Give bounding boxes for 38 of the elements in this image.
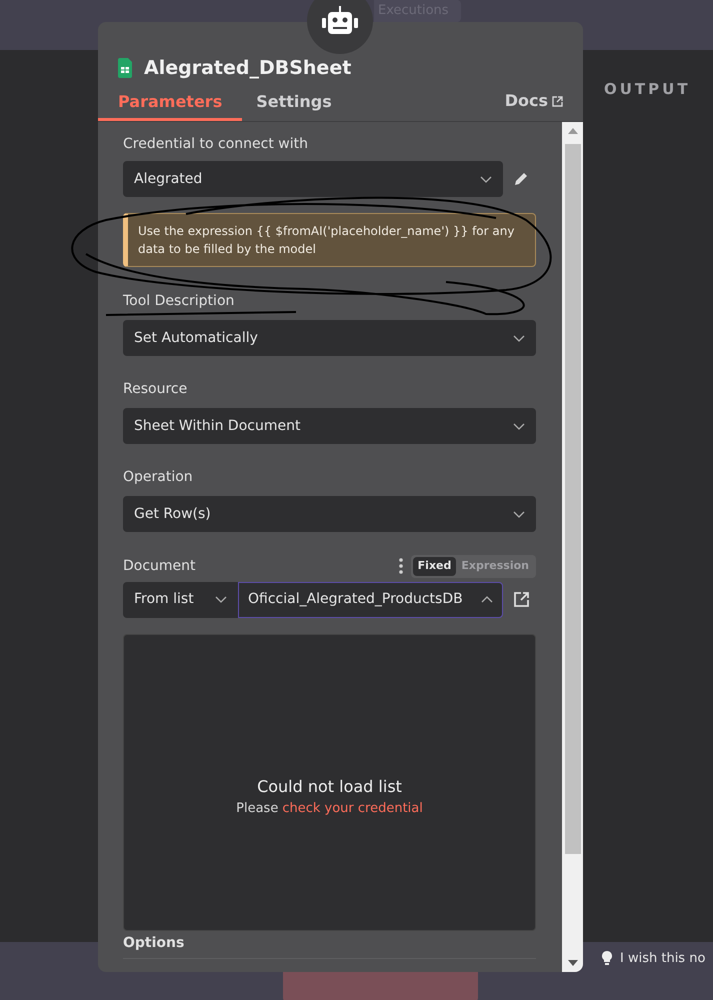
error-message: Could not load list [257,776,402,798]
field-label: Document [123,556,196,576]
select-field[interactable]: Alegrated [123,161,503,197]
notice-box: Use the expression {{ $fromAI('placeholder_name') }} for any data to be filled by the model [123,213,536,267]
robot-icon [322,6,358,36]
chevron-down-icon [513,422,525,430]
scroll-down-arrow-icon[interactable] [568,960,578,966]
panel-tab[interactable]: Settings [242,90,346,121]
credential-link[interactable]: check your credential [282,799,423,819]
scrollbar-thumb[interactable] [564,144,580,854]
field-label: Tool Description [123,292,236,311]
mode-select[interactable]: From list [123,582,238,618]
select-field[interactable]: Sheet Within Document [123,408,536,444]
pencil-icon[interactable] [513,171,529,187]
chevron-down-icon [480,176,492,182]
output-heading: OUTPUT [604,79,691,100]
more-options-icon[interactable] [398,558,403,574]
mode-option[interactable]: Fixed [412,557,456,576]
spreadsheet-icon [118,58,132,78]
lightbulb-icon [602,951,612,966]
chevron-down-icon [513,334,525,342]
node-title: Alegrated_DBSheet [144,56,352,81]
chevron-down-icon [513,510,525,518]
chevron-up-icon [481,596,493,603]
document-select[interactable]: Oficcial_Alegrated_ProductsDB [238,582,503,618]
field-label: Resource [123,380,188,399]
feedback-text[interactable]: I wish this no [620,949,706,968]
select-field[interactable]: Set Automatically [123,320,536,356]
select-field[interactable]: Get Row(s) [123,496,536,532]
hint-text: Please [236,800,278,818]
external-link-icon[interactable] [513,591,530,608]
scrollbar[interactable] [562,122,583,972]
field-label: Credential to connect with [123,135,309,154]
chevron-down-icon [215,596,227,603]
external-link-icon [552,96,563,106]
field-label: Options [123,932,536,958]
docs-link[interactable]: Docs [504,89,563,113]
field-label: Operation [123,468,194,487]
